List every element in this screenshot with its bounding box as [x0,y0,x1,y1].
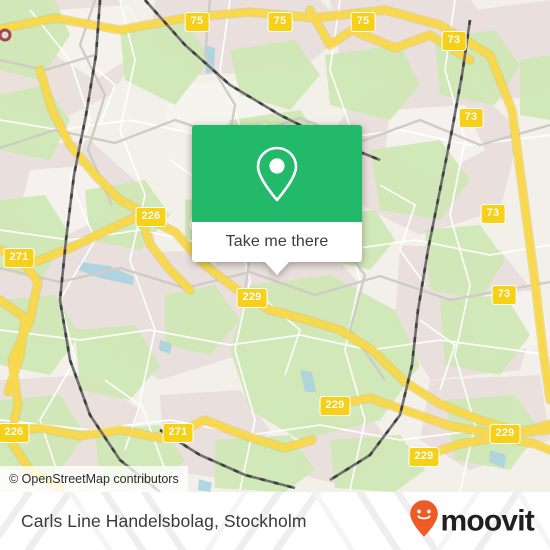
road-shield: 73 [441,31,467,51]
road-shield: 75 [350,12,376,32]
popup-pointer-tail [264,261,290,275]
take-me-there-label: Take me there [225,233,329,250]
road-shield: 75 [267,12,293,32]
location-pin-icon [254,145,300,203]
moovit-map-screenshot: 75 75 75 73 73 73 73 226 271 229 229 226 271 229 229 T… [0,0,550,550]
road-shield: 75 [184,12,210,32]
road-shield: 229 [236,288,268,308]
road-shield: 229 [319,396,351,416]
moovit-wordmark: moovit [440,504,534,537]
road-shield: 229 [489,424,521,444]
osm-attribution[interactable]: © OpenStreetMap contributors [0,466,188,492]
road-shield: 73 [491,285,517,305]
road-shield: 271 [162,423,194,443]
road-shield: 271 [3,248,35,268]
place-title: Carls Line Handelsbolag, Stockholm [21,510,307,531]
road-shield: 73 [480,204,506,224]
footer-bar: Carls Line Handelsbolag, Stockholm moovi… [0,492,550,550]
place-popup-card[interactable]: Take me there [192,125,362,275]
road-shield: 226 [135,207,167,227]
map-canvas[interactable]: 75 75 75 73 73 73 73 226 271 229 229 226 271 229 229 T… [0,0,550,492]
road-shield: 229 [408,447,440,467]
road-shield: 226 [0,423,30,443]
popup-action-row[interactable]: Take me there [192,222,362,262]
moovit-pin-icon [409,500,439,543]
road-shield: 73 [458,108,484,128]
osm-attribution-text: © OpenStreetMap contributors [9,472,179,486]
moovit-logo[interactable]: moovit [409,500,535,543]
popup-header [192,125,362,222]
